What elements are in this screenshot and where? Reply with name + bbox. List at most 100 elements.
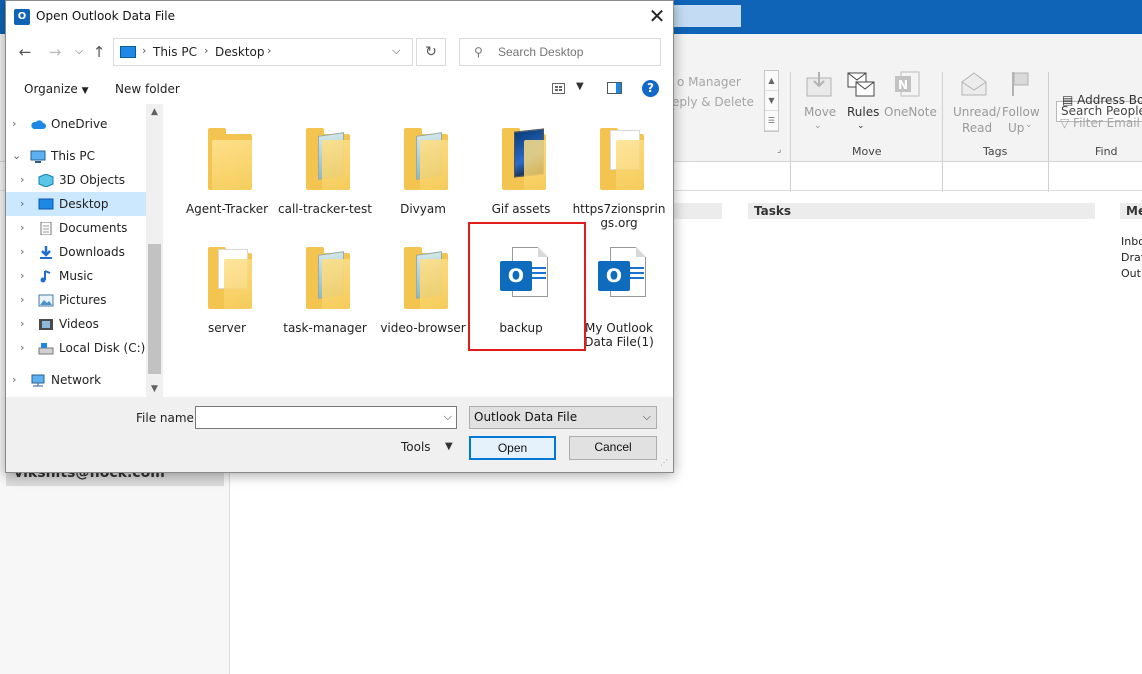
tools-dropdown-icon[interactable]: ▼: [445, 441, 453, 452]
unread-read-button[interactable]: Unread/: [953, 105, 1000, 119]
nav-item-desktop[interactable]: › Desktop: [6, 192, 146, 216]
folder-server[interactable]: server: [180, 233, 274, 345]
change-view-icon[interactable]: [552, 83, 565, 94]
folder-agent-tracker[interactable]: Agent-Tracker: [180, 114, 274, 226]
file-my-outlook-data-file-1[interactable]: O My Outlook Data File(1): [572, 233, 666, 349]
nav-item-onedrive[interactable]: › OneDrive: [6, 112, 146, 136]
file-name-input[interactable]: [199, 409, 434, 426]
search-box[interactable]: ⚲: [459, 38, 661, 66]
file-type-select[interactable]: Outlook Data File ⌵: [469, 406, 657, 429]
folder-icon: [204, 241, 254, 321]
scrollbar-thumb[interactable]: [148, 244, 161, 374]
preview-pane-icon[interactable]: [607, 82, 622, 94]
scroll-down-icon[interactable]: ▼: [146, 381, 163, 397]
search-input[interactable]: [496, 43, 654, 61]
outlook-app-icon: O: [14, 9, 30, 25]
view-options-dropdown[interactable]: ▼: [576, 81, 584, 92]
outlook-data-file-icon: O: [498, 241, 548, 321]
follow-up-button[interactable]: Follow: [1002, 105, 1040, 119]
folder-divyam[interactable]: Divyam: [376, 114, 470, 226]
music-icon: [40, 270, 51, 283]
folder-icon: [596, 122, 646, 202]
chevron-down-icon[interactable]: ⌵: [392, 44, 400, 58]
cancel-button[interactable]: Cancel: [569, 436, 657, 460]
breadcrumb-this-pc[interactable]: This PC: [153, 45, 197, 59]
videos-icon: [39, 319, 53, 330]
svg-text:N: N: [898, 78, 908, 92]
nav-item-downloads[interactable]: › Downloads: [6, 240, 146, 264]
address-book-button[interactable]: ▤ Address Boo: [1062, 93, 1142, 107]
pictures-icon: [38, 294, 54, 307]
folder-inbox[interactable]: Inbo: [1121, 235, 1142, 248]
file-list: Agent-Tracker call-tracker-test Divyam G…: [164, 104, 673, 397]
dialog-titlebar[interactable]: O Open Outlook Data File ✕: [6, 1, 673, 32]
group-find-label: Find: [1095, 145, 1118, 158]
folder-https7zionsprings-org[interactable]: https7zionsprings.org: [572, 114, 666, 230]
nav-item-3d-objects[interactable]: › 3D Objects: [6, 168, 146, 192]
quick-step-manager[interactable]: o Manager: [677, 75, 741, 89]
folder-icon: [400, 241, 450, 321]
nav-pane-scrollbar[interactable]: ▲ ▼: [146, 104, 163, 397]
unread-read-label-2: Read: [962, 121, 993, 135]
nav-item-network[interactable]: › Network: [6, 368, 146, 392]
open-outlook-data-file-dialog: O Open Outlook Data File ✕ ← → ⌵ ↑ › Thi…: [5, 0, 674, 473]
scroll-up-icon[interactable]: ▲: [146, 104, 163, 120]
outlook-data-file-icon: O: [596, 241, 646, 321]
folder-icon: [204, 122, 254, 202]
up-arrow-icon[interactable]: ↑: [90, 43, 108, 61]
folder-call-tracker-test[interactable]: call-tracker-test: [278, 114, 372, 226]
refresh-icon[interactable]: ↻: [416, 38, 446, 66]
file-name-combobox[interactable]: ⌵: [195, 406, 457, 429]
organize-button[interactable]: Organize ▼: [24, 82, 89, 96]
forward-arrow-icon[interactable]: →: [46, 43, 64, 61]
help-icon[interactable]: ?: [642, 80, 659, 97]
folder-icon: [302, 122, 352, 202]
dialog-launcher-icon[interactable]: ⌟: [777, 145, 781, 155]
folder-gif-assets[interactable]: Gif assets: [474, 114, 568, 226]
filter-email-button[interactable]: ▽ Filter Email: [1060, 116, 1140, 130]
back-arrow-icon[interactable]: ←: [16, 43, 34, 61]
close-icon[interactable]: ✕: [642, 3, 672, 31]
folder-video-browser[interactable]: video-browser: [376, 233, 470, 345]
new-folder-button[interactable]: New folder: [115, 82, 180, 96]
cube-icon: [38, 174, 54, 187]
move-button[interactable]: Move: [804, 105, 836, 119]
group-move-label: Move: [852, 145, 882, 158]
quick-step-reply-delete[interactable]: eply & Delete: [672, 95, 754, 109]
nav-item-pictures[interactable]: › Pictures: [6, 288, 146, 312]
download-icon: [40, 246, 52, 259]
navigation-pane: › OneDrive ⌄ This PC › 3D Objects › Desk…: [6, 104, 163, 397]
nav-item-local-disk[interactable]: › Local Disk (C:): [6, 336, 146, 360]
folder-icon: [400, 122, 450, 202]
nav-item-this-pc[interactable]: ⌄ This PC: [6, 144, 146, 168]
open-button[interactable]: Open: [469, 436, 556, 460]
command-bar: Organize ▼ New folder: [6, 74, 673, 104]
dialog-footer: File name: ⌵ Outlook Data File ⌵ Tools ▼…: [6, 397, 673, 472]
nav-item-videos[interactable]: › Videos: [6, 312, 146, 336]
folder-task-manager[interactable]: task-manager: [278, 233, 372, 345]
this-pc-icon: [120, 46, 136, 58]
quick-steps-scroll[interactable]: ▲ ▼ ☰: [764, 70, 779, 132]
desktop-icon: [38, 198, 54, 210]
file-backup-pst[interactable]: O backup: [474, 233, 568, 345]
chevron-down-icon[interactable]: ⌵: [444, 410, 452, 424]
tools-button[interactable]: Tools: [401, 440, 431, 454]
nav-item-music[interactable]: › Music: [6, 264, 146, 288]
outlook-search-box[interactable]: [664, 5, 741, 27]
folder-icon: [498, 122, 548, 202]
chevron-down-icon: ⌵: [642, 410, 651, 423]
folder-drafts[interactable]: Draf: [1121, 251, 1142, 264]
dialog-title: Open Outlook Data File: [36, 9, 175, 23]
address-bar[interactable]: › This PC › Desktop › ⌵: [113, 38, 413, 66]
move-icon: [806, 72, 832, 97]
breadcrumb-desktop[interactable]: Desktop: [215, 45, 265, 59]
unread-read-icon: [961, 72, 987, 96]
resize-grip-icon[interactable]: ⋰: [660, 458, 670, 468]
onenote-button[interactable]: OneNote: [884, 105, 937, 119]
rules-button[interactable]: Rules: [847, 105, 879, 119]
cloud-icon: [31, 120, 46, 129]
computer-icon: [30, 150, 46, 163]
nav-item-documents[interactable]: › Documents: [6, 216, 146, 240]
recent-locations-icon[interactable]: ⌵: [70, 43, 88, 61]
folder-outbox[interactable]: Outb: [1121, 267, 1142, 280]
